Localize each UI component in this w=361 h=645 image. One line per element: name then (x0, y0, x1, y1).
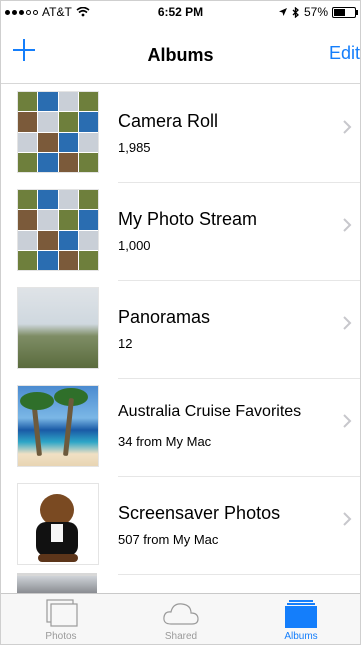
battery-percent: 57% (303, 5, 328, 19)
album-thumbnail (17, 91, 99, 173)
battery-fill (334, 8, 346, 16)
album-name: Australia Cruise Favorites (118, 403, 302, 420)
album-row-camera-roll[interactable]: Camera Roll 1,985 (1, 85, 360, 183)
photos-icon (46, 599, 78, 627)
tab-label: Albums (284, 631, 318, 642)
chevron-right-icon (343, 218, 352, 232)
chevron-right-icon (343, 512, 352, 526)
album-name: My Photo Stream (118, 209, 258, 229)
album-count: 1,000 (118, 238, 151, 253)
album-thumbnail (17, 189, 99, 271)
album-thumbnail (17, 483, 99, 565)
album-row-panoramas[interactable]: Panoramas 12 (1, 281, 360, 379)
app-frame: AT&T 6:52 PM 57% Albums Edit Camera Roll… (0, 0, 361, 645)
album-count: 34 from My Mac (118, 434, 212, 449)
chevron-right-icon (343, 120, 352, 134)
chevron-right-icon (343, 316, 352, 330)
status-bar: AT&T 6:52 PM 57% (1, 1, 360, 23)
tab-albums[interactable]: Albums (241, 594, 360, 644)
cloud-icon (163, 603, 199, 625)
edit-button[interactable]: Edit (329, 43, 360, 64)
tab-bar: Photos Shared Albums (1, 593, 360, 644)
tab-label: Photos (45, 631, 77, 642)
navigation-bar: Albums Edit (1, 23, 360, 84)
location-arrow-icon (278, 8, 287, 16)
album-name: Camera Roll (118, 111, 219, 131)
row-divider (118, 574, 360, 575)
chevron-right-icon (343, 414, 352, 428)
status-right-group: 57% (278, 5, 358, 19)
album-row-australia-cruise-favorites[interactable]: Australia Cruise Favorites 34 from My Ma… (1, 379, 360, 477)
album-count: 1,985 (118, 140, 151, 155)
battery-icon (332, 6, 358, 18)
page-title: Albums (147, 45, 214, 65)
album-row-my-photo-stream[interactable]: My Photo Stream 1,000 (1, 183, 360, 281)
tab-shared[interactable]: Shared (121, 594, 241, 644)
album-count: 507 from My Mac (118, 532, 219, 547)
albums-icon (285, 600, 317, 628)
bluetooth-icon (292, 6, 299, 18)
tab-label: Shared (164, 631, 198, 642)
tab-photos[interactable]: Photos (1, 594, 121, 644)
album-name: Screensaver Photos (118, 503, 281, 523)
album-thumbnail (17, 287, 99, 369)
album-count: 12 (118, 336, 133, 351)
album-row-screensaver-photos[interactable]: Screensaver Photos 507 from My Mac (1, 477, 360, 575)
album-name: Panoramas (118, 307, 211, 327)
album-thumbnail (17, 385, 99, 467)
